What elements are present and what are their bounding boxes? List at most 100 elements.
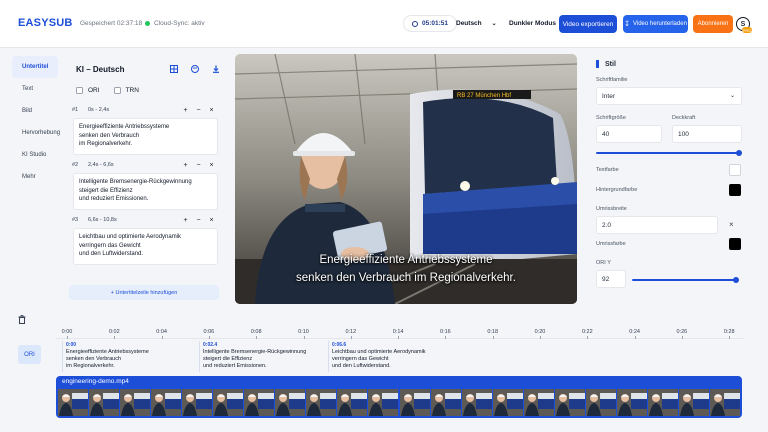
subtitle-cue: #1 0s - 2,4s + − × Energieeffiziente Ant… bbox=[72, 105, 218, 155]
close-icon[interactable]: × bbox=[205, 162, 218, 169]
video-thumbnail bbox=[275, 389, 306, 416]
ruler-tick-label: 0:04 bbox=[156, 329, 167, 335]
outline-color-swatch[interactable] bbox=[729, 238, 741, 250]
sidebar-item-ai-studio[interactable]: KI Studio bbox=[12, 144, 58, 166]
ori-toggle[interactable]: ORI bbox=[76, 87, 100, 94]
cue-time: 0s - 2,4s bbox=[88, 107, 110, 113]
sidebar-item-subtitles[interactable]: Untertitel bbox=[12, 56, 58, 78]
sidebar-item-more[interactable]: Mehr bbox=[12, 166, 58, 188]
timeline-ruler[interactable] bbox=[56, 338, 744, 339]
opacity-slider-track[interactable] bbox=[596, 152, 740, 154]
video-thumbnail bbox=[430, 389, 461, 416]
export-video-button[interactable]: Video exportieren bbox=[559, 15, 617, 33]
video-preview[interactable]: RB 27 München Hbf Energieeffiziente Antr… bbox=[235, 54, 577, 304]
ruler-tick bbox=[303, 336, 305, 339]
sidebar-item-highlight[interactable]: Hervorhebung bbox=[12, 122, 60, 144]
ruler-tick bbox=[587, 336, 589, 339]
ruler-tick bbox=[350, 336, 352, 339]
video-filename: engineering-demo.mp4 bbox=[62, 378, 129, 385]
chevron-down-icon: ⌄ bbox=[491, 21, 497, 27]
download-icon[interactable] bbox=[211, 64, 220, 73]
video-thumbnail bbox=[616, 389, 647, 416]
minus-icon[interactable]: − bbox=[192, 107, 205, 114]
timer[interactable]: 05:01:51 bbox=[403, 15, 458, 32]
timeline-subtitle-clip[interactable]: 0:06.6 Leichtbau und optimierte Aerodyna… bbox=[328, 341, 484, 372]
ruler-tick bbox=[114, 336, 116, 339]
cue-text-field[interactable]: Energieeffiziente Antriebssysteme senken… bbox=[73, 118, 218, 155]
logo-text: EASYSUB bbox=[18, 17, 73, 29]
add-subtitle-line-button[interactable]: + Untertitelzeile hinzufügen bbox=[69, 285, 219, 300]
ori-y-input[interactable]: 92 bbox=[596, 270, 626, 288]
trn-toggle[interactable]: TRN bbox=[113, 87, 139, 94]
ruler-tick-label: 0:10 bbox=[298, 329, 309, 335]
minus-icon[interactable]: − bbox=[192, 162, 205, 169]
ruler-tick-label: 0:22 bbox=[581, 329, 593, 335]
video-thumbnail bbox=[678, 389, 709, 416]
trash-icon[interactable] bbox=[18, 315, 26, 326]
bg-color-swatch[interactable] bbox=[729, 184, 741, 196]
add-icon[interactable]: + bbox=[179, 217, 192, 224]
grid-icon[interactable] bbox=[169, 64, 178, 73]
ruler-tick bbox=[208, 336, 210, 339]
download-video-button[interactable]: ↧ Video herunterladen bbox=[623, 15, 688, 33]
sidebar-item-text[interactable]: Text bbox=[12, 78, 58, 100]
caption-line-1: Energieeffiziente Antriebssysteme bbox=[319, 254, 493, 266]
subscribe-button[interactable]: Abonnieren bbox=[693, 15, 733, 33]
opacity-slider-handle[interactable] bbox=[736, 150, 742, 156]
bg-color-label: Hintergrundfarbe bbox=[596, 187, 638, 193]
font-size-input[interactable]: 40 bbox=[596, 125, 662, 143]
language-select[interactable]: Deutsch ⌄ bbox=[450, 15, 503, 32]
video-track[interactable]: engineering-demo.mp4 bbox=[56, 376, 742, 418]
ruler-tick-label: 0:06 bbox=[203, 329, 215, 335]
ori-track-badge[interactable]: ORI bbox=[18, 345, 41, 364]
cue-text-field[interactable]: Leichtbau und optimierte Aerodynamik ver… bbox=[73, 228, 218, 265]
cue-number: #1 bbox=[72, 107, 79, 113]
close-icon[interactable]: × bbox=[205, 217, 218, 224]
close-icon[interactable]: × bbox=[205, 107, 218, 114]
video-thumbnail bbox=[647, 389, 678, 416]
ruler-tick bbox=[161, 336, 163, 339]
timeline-subtitle-clip[interactable]: 0:02.4 Intelligente Bremsenergie-Rückgew… bbox=[199, 341, 327, 372]
top-bar: EASYSUB Gespeichert 02:37:18 Cloud-Sync:… bbox=[0, 0, 768, 48]
saved-status: Gespeichert 02:37:18 bbox=[80, 20, 143, 27]
outline-width-input[interactable]: 2.0 bbox=[596, 216, 718, 234]
clip-time: 0:02.4 bbox=[203, 342, 218, 348]
palette-icon[interactable] bbox=[190, 64, 199, 73]
outline-width-label: Umrissbreite bbox=[596, 206, 627, 212]
ruler-tick-label: 0:16 bbox=[440, 329, 451, 335]
opacity-input[interactable]: 100 bbox=[672, 125, 742, 143]
video-thumbnail bbox=[213, 389, 244, 416]
video-thumbnails bbox=[58, 389, 741, 416]
style-title-label: Stil bbox=[605, 60, 616, 68]
text-color-swatch[interactable] bbox=[729, 164, 741, 176]
video-thumbnail bbox=[244, 389, 275, 416]
logo[interactable]: EASYSUB bbox=[18, 17, 73, 29]
video-thumbnail bbox=[399, 389, 430, 416]
timeline-subtitle-clip[interactable]: 0:00 Energieeffiziente Antriebssysteme s… bbox=[62, 341, 198, 372]
cue-text-field[interactable]: Intelligente Bremsenergie-Rückgewinnung … bbox=[73, 173, 218, 210]
minus-icon[interactable]: − bbox=[192, 217, 205, 224]
video-thumbnail bbox=[58, 389, 89, 416]
dark-mode-toggle[interactable]: Dunkler Modus bbox=[503, 15, 562, 32]
sidebar-item-image[interactable]: Bild bbox=[12, 100, 58, 122]
close-icon[interactable]: × bbox=[729, 220, 734, 229]
cue-number: #3 bbox=[72, 217, 79, 223]
ori-y-slider-handle[interactable] bbox=[733, 277, 739, 283]
ori-y-slider-track[interactable] bbox=[632, 279, 738, 281]
video-thumbnail bbox=[709, 389, 741, 416]
video-thumbnail bbox=[492, 389, 523, 416]
video-thumbnail bbox=[554, 389, 585, 416]
train-destination-sign: RB 27 München Hbf bbox=[457, 93, 511, 99]
video-thumbnail bbox=[461, 389, 492, 416]
video-thumbnail bbox=[368, 389, 399, 416]
clip-text: Intelligente Bremsenergie-Rückgewinnung … bbox=[203, 349, 307, 369]
trn-checkbox[interactable] bbox=[113, 87, 121, 94]
video-thumbnail bbox=[523, 389, 554, 416]
video-thumbnail bbox=[585, 389, 616, 416]
ruler-tick bbox=[256, 336, 258, 339]
timer-value: 05:01:51 bbox=[422, 20, 449, 27]
add-icon[interactable]: + bbox=[179, 162, 192, 169]
font-family-select[interactable]: Inter ⌄ bbox=[596, 87, 742, 105]
add-icon[interactable]: + bbox=[179, 107, 192, 114]
ori-checkbox[interactable] bbox=[76, 87, 83, 94]
